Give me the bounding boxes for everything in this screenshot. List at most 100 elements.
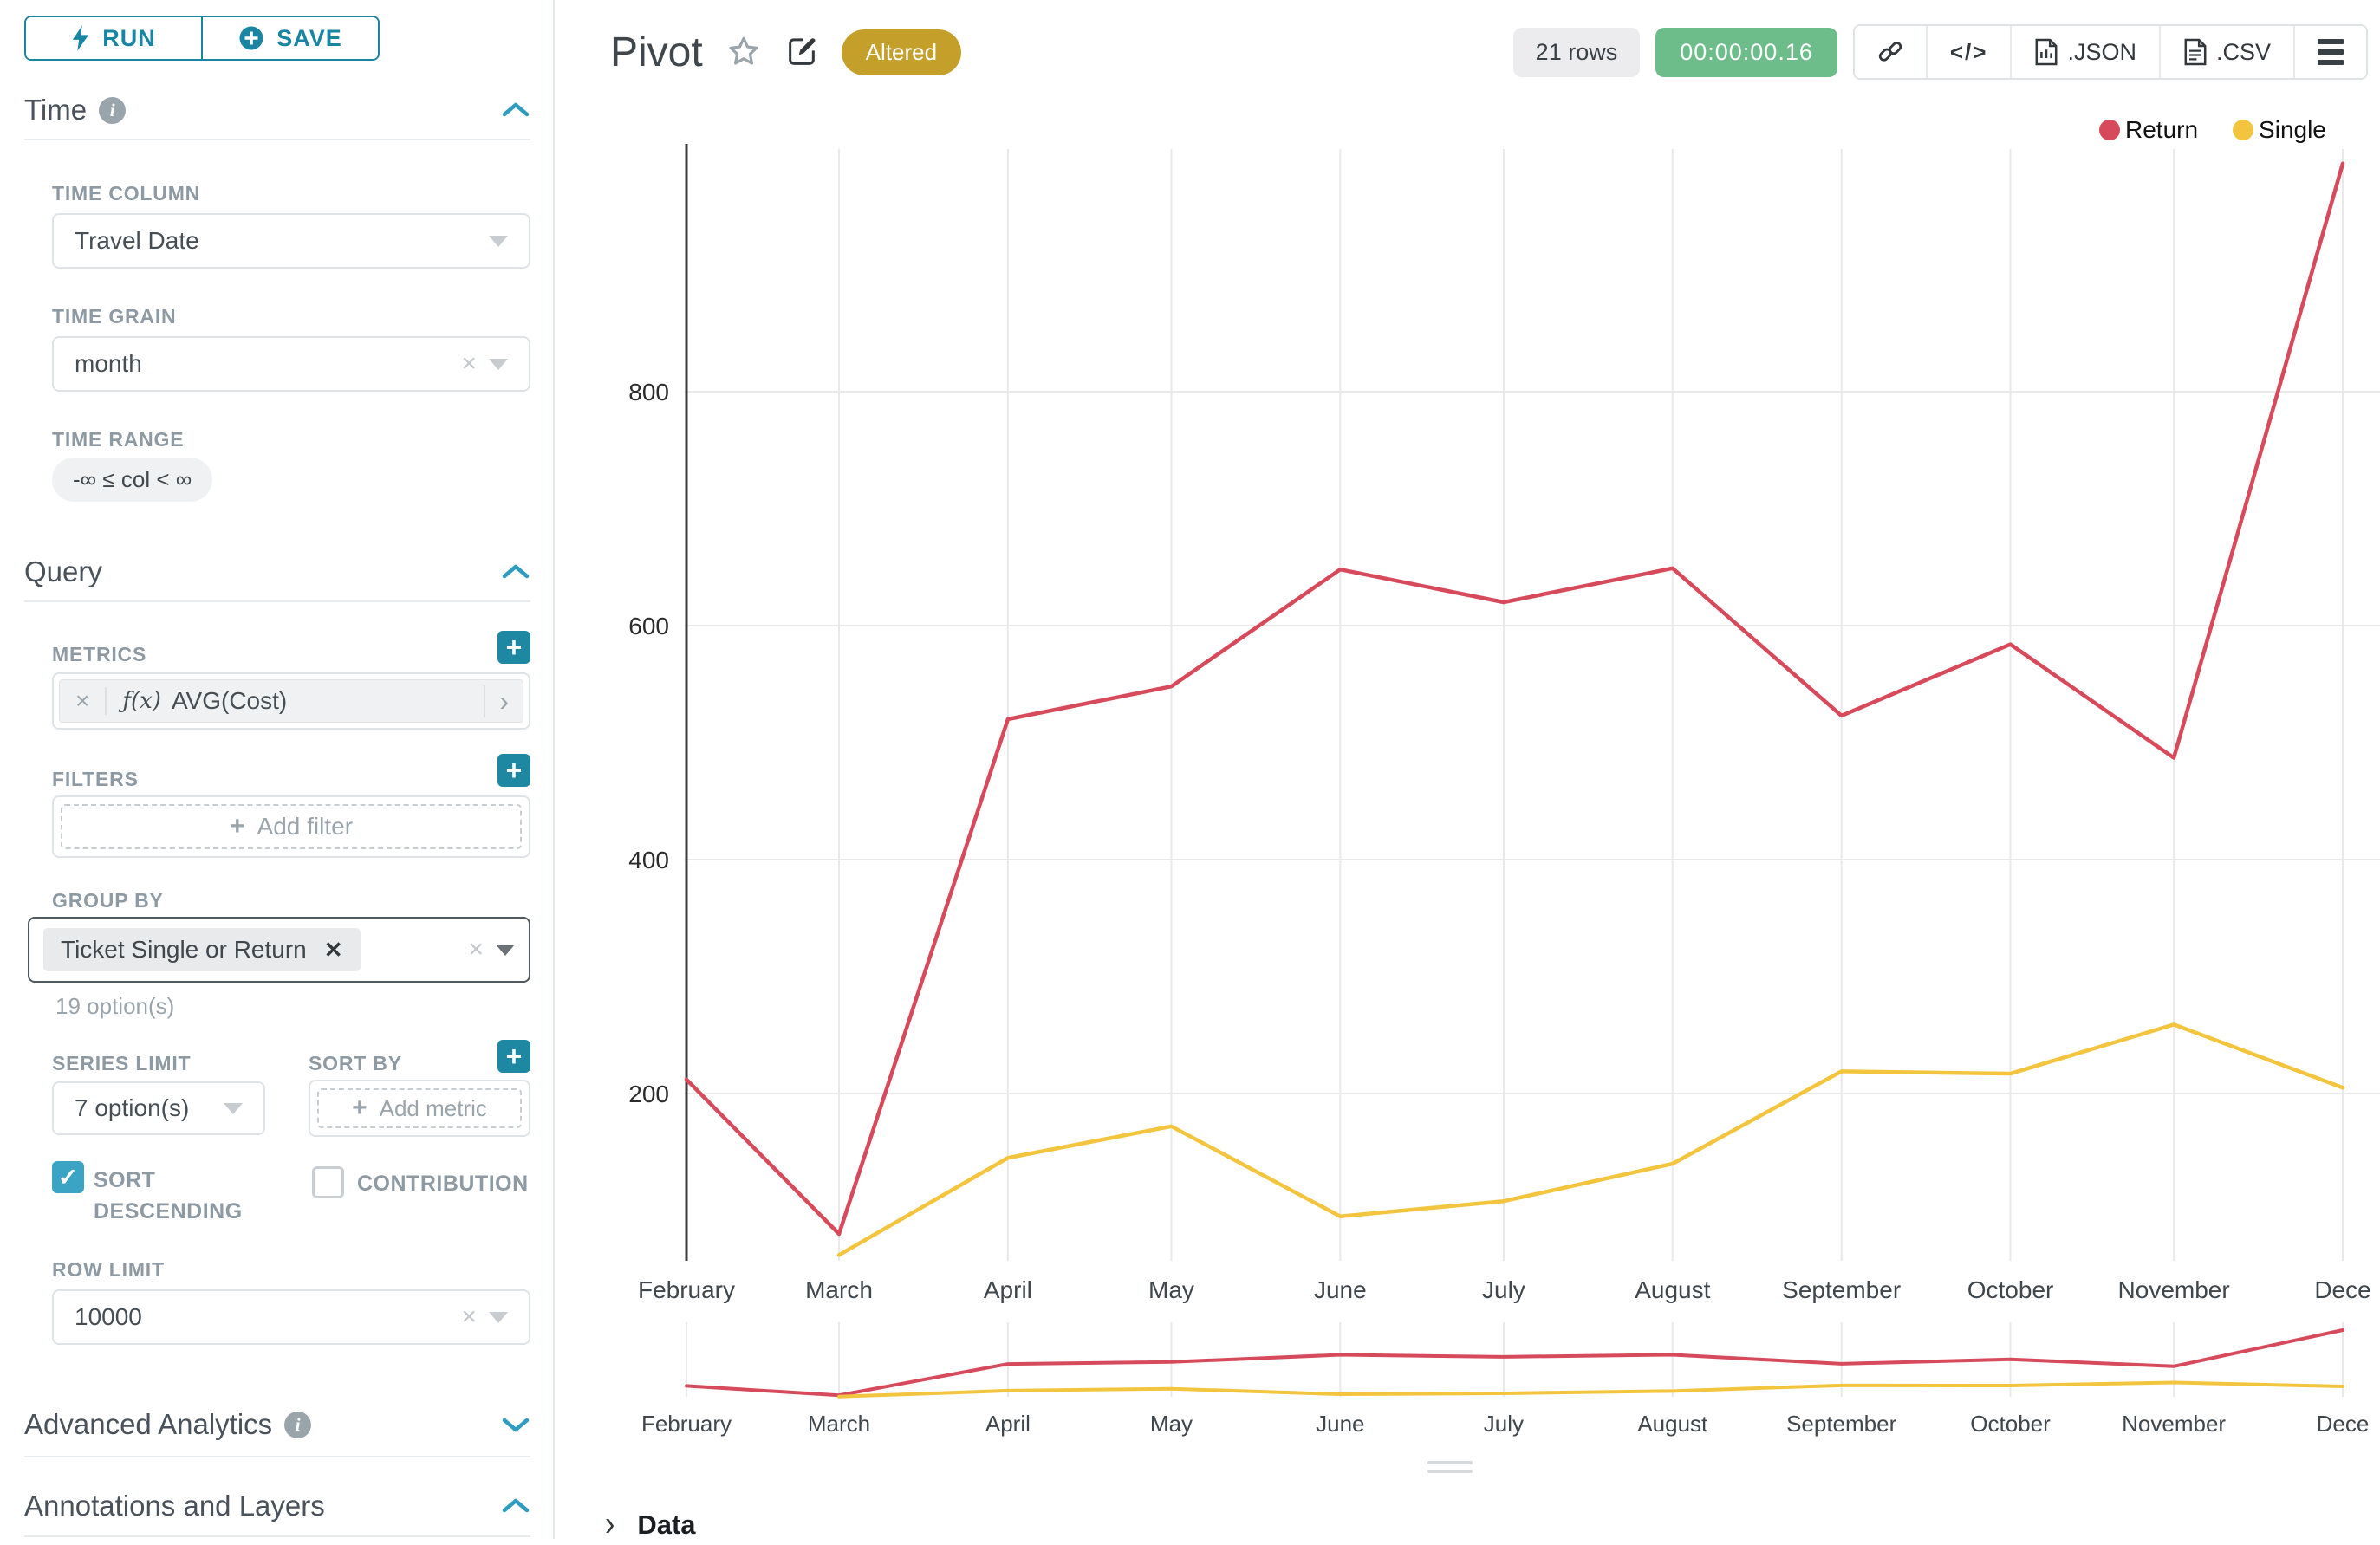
svg-text:Dece: Dece [2317, 1411, 2370, 1437]
chevron-up-icon[interactable] [501, 1497, 530, 1515]
svg-text:March: March [805, 1276, 873, 1303]
group-by-options-hint: 19 option(s) [55, 993, 174, 1020]
svg-text:September: September [1782, 1276, 1901, 1303]
clear-icon[interactable]: × [449, 349, 489, 379]
chevron-right-icon[interactable]: › [484, 685, 523, 717]
time-range-pill[interactable]: -∞ ≤ col < ∞ [52, 458, 212, 502]
caret-down-icon [496, 945, 515, 956]
chevron-up-icon[interactable] [501, 101, 530, 119]
contribution-label: CONTRIBUTION [357, 1172, 529, 1197]
time-section-header[interactable]: Time i [24, 91, 530, 129]
annotations-layers-header[interactable]: Annotations and Layers [24, 1487, 530, 1525]
series-limit-label: SERIES LIMIT [52, 1052, 191, 1075]
metric-value: AVG(Cost) [172, 687, 484, 715]
svg-text:April: April [984, 1276, 1032, 1303]
filters-container: + Add filter [52, 795, 530, 858]
check-icon: ✓ [58, 1163, 78, 1191]
clear-icon[interactable]: × [456, 935, 496, 964]
svg-text:200: 200 [628, 1081, 669, 1107]
advanced-analytics-header[interactable]: Advanced Analytics i [24, 1405, 530, 1444]
chart-panel: Pivot Altered 21 rows 00:00:00.16 </> .J… [555, 0, 2380, 1539]
time-section-title: Time [24, 94, 87, 127]
plus-icon: + [352, 1094, 367, 1123]
remove-tag-icon[interactable]: ✕ [324, 937, 343, 964]
svg-text:Dece: Dece [2314, 1276, 2370, 1303]
fx-icon: ƒ(x) [122, 688, 161, 714]
section-divider [24, 600, 530, 602]
plus-icon: + [230, 812, 245, 841]
contribution-checkbox[interactable] [312, 1166, 344, 1198]
add-sort-metric-button[interactable]: + [497, 1040, 530, 1073]
resize-handle[interactable] [1422, 1456, 1478, 1478]
chevron-down-icon[interactable] [501, 1416, 530, 1433]
group-by-tag[interactable]: Ticket Single or Return ✕ [43, 928, 361, 971]
caret-down-icon [489, 1312, 508, 1323]
series-limit-select[interactable]: 7 option(s) [52, 1081, 265, 1135]
info-icon: i [284, 1412, 311, 1438]
sort-by-container: + Add metric [309, 1080, 530, 1137]
svg-text:July: July [1482, 1276, 1525, 1303]
time-grain-value: month [75, 350, 449, 378]
svg-text:October: October [1967, 1276, 2054, 1303]
save-button[interactable]: SAVE [201, 17, 378, 59]
svg-text:November: November [2118, 1276, 2230, 1303]
row-limit-value: 10000 [75, 1303, 449, 1331]
add-metric-button[interactable]: + [497, 631, 530, 664]
series-limit-value: 7 option(s) [75, 1094, 224, 1122]
sort-descending-checkbox[interactable]: ✓ [52, 1161, 84, 1193]
metric-pill[interactable]: × ƒ(x) AVG(Cost) › [59, 679, 523, 723]
svg-text:September: September [1786, 1411, 1897, 1437]
run-button[interactable]: RUN [26, 17, 201, 59]
group-by-label: GROUP BY [52, 889, 164, 912]
svg-text:March: March [808, 1411, 870, 1437]
metrics-container: × ƒ(x) AVG(Cost) › [52, 672, 530, 730]
data-section-label: Data [637, 1509, 695, 1541]
svg-text:April: April [985, 1411, 1031, 1437]
section-divider [24, 139, 530, 140]
clear-icon[interactable]: × [449, 1302, 489, 1332]
svg-text:August: August [1635, 1276, 1710, 1303]
svg-text:June: June [1316, 1411, 1364, 1437]
add-filter-plus-button[interactable]: + [497, 754, 530, 787]
sort-by-placeholder: Add metric [380, 1095, 487, 1122]
svg-text:February: February [641, 1411, 732, 1437]
svg-text:November: November [2122, 1411, 2226, 1437]
row-limit-select[interactable]: 10000 × [52, 1289, 530, 1345]
chevron-up-icon[interactable] [501, 563, 530, 581]
svg-text:August: August [1637, 1411, 1708, 1437]
line-chart: 200400600800FebruaryMarchAprilMayJuneJul… [555, 0, 2380, 1317]
info-icon: i [99, 97, 126, 124]
metrics-label: METRICS [52, 643, 146, 666]
time-grain-select[interactable]: month × [52, 336, 530, 392]
time-column-value: Travel Date [75, 227, 489, 255]
time-column-select[interactable]: Travel Date [52, 213, 530, 269]
save-button-label: SAVE [276, 25, 342, 52]
data-section-toggle[interactable]: › Data [605, 1508, 696, 1542]
remove-metric-icon[interactable]: × [60, 687, 107, 715]
sort-by-label: SORT BY [309, 1052, 402, 1075]
sort-by-add-metric[interactable]: + Add metric [317, 1088, 522, 1128]
svg-text:February: February [638, 1276, 735, 1303]
plus-circle-icon [238, 25, 264, 51]
section-divider [24, 1535, 530, 1537]
annotations-layers-title: Annotations and Layers [24, 1490, 325, 1522]
svg-text:May: May [1150, 1411, 1193, 1437]
svg-text:July: July [1484, 1411, 1524, 1437]
query-section-header[interactable]: Query [24, 553, 530, 591]
advanced-analytics-title: Advanced Analytics [24, 1408, 272, 1441]
add-filter-button[interactable]: + Add filter [61, 804, 522, 849]
mini-preview-chart[interactable]: February March April May June July August Septe… [555, 1310, 2380, 1457]
svg-text:800: 800 [628, 379, 669, 406]
caret-down-icon [489, 236, 508, 247]
svg-text:October: October [1970, 1411, 2051, 1437]
contribution-field [312, 1166, 344, 1203]
lightning-icon [71, 25, 90, 51]
svg-text:400: 400 [628, 847, 669, 873]
sort-descending-label: SORT DESCENDING [94, 1165, 206, 1227]
group-by-select[interactable]: Ticket Single or Return ✕ × [28, 917, 530, 983]
run-button-label: RUN [102, 25, 156, 52]
group-by-tag-label: Ticket Single or Return [61, 936, 307, 964]
run-save-button-group: RUN SAVE [24, 16, 380, 61]
caret-down-icon [489, 359, 508, 370]
add-filter-placeholder: Add filter [257, 813, 354, 841]
